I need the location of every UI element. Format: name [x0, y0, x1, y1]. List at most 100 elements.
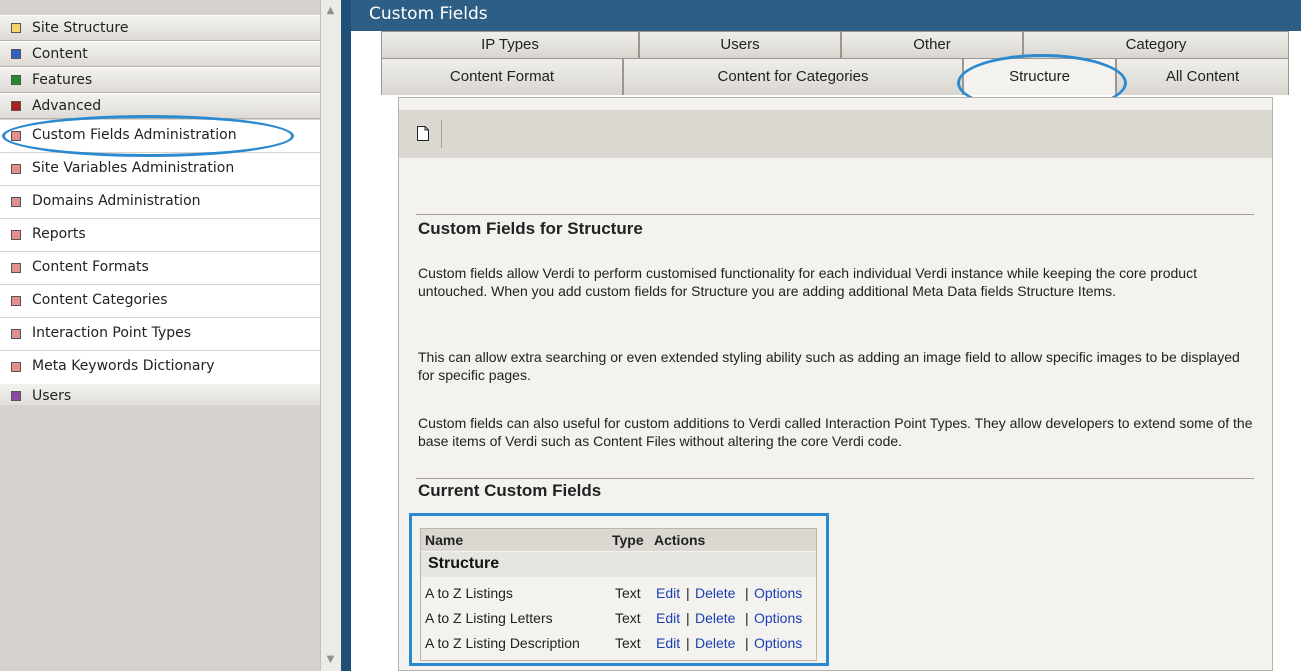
sidebar-item-interaction-point-types[interactable]: Interaction Point Types	[0, 318, 320, 350]
column-header-name: Name	[425, 532, 464, 548]
sidebar-item-label: Site Variables Administration	[32, 160, 235, 176]
field-type: Text	[615, 585, 641, 601]
scroll-up-icon[interactable]: ▲	[323, 3, 338, 18]
sidebar-item-custom-fields[interactable]: Custom Fields Administration	[0, 120, 320, 152]
item-bullet-icon	[11, 131, 21, 141]
table-row: A to Z Listing Description Text Edit | D…	[421, 632, 816, 656]
options-link[interactable]: Options	[754, 610, 802, 626]
section-title: Custom Fields for Structure	[418, 219, 643, 238]
tab-label: IP Types	[481, 36, 539, 53]
item-bullet-icon	[11, 362, 21, 372]
tab-content-for-categories[interactable]: Content for Categories	[623, 58, 963, 95]
tab-label: Other	[913, 36, 951, 53]
tab-all-content[interactable]: All Content	[1116, 58, 1289, 95]
table-section-header: Structure	[421, 552, 816, 577]
sidebar-item-label: Domains Administration	[32, 193, 201, 209]
current-fields-title: Current Custom Fields	[418, 481, 602, 500]
edit-link[interactable]: Edit	[656, 635, 680, 651]
sidebar-tab-label: Advanced	[32, 98, 102, 114]
sidebar-tab-label: Users	[32, 388, 72, 404]
tab-other[interactable]: Other	[841, 31, 1023, 58]
sidebar-tab-label: Site Structure	[32, 20, 129, 36]
sidebar-item-label: Interaction Point Types	[32, 325, 192, 341]
field-name: A to Z Listings	[425, 585, 513, 601]
folder-green-icon	[11, 75, 21, 85]
column-header-actions: Actions	[654, 532, 706, 548]
sidebar-tab-site-structure[interactable]: Site Structure	[0, 15, 320, 41]
toolbar-separator	[441, 120, 442, 148]
section-divider	[416, 214, 1254, 215]
item-bullet-icon	[11, 230, 21, 240]
sidebar-item-label: Content Categories	[32, 292, 168, 308]
link-separator: |	[686, 585, 690, 601]
link-separator: |	[686, 635, 690, 651]
item-bullet-icon	[11, 329, 21, 339]
sidebar-item-label: Reports	[32, 226, 86, 242]
description-paragraph: This can allow extra searching or even e…	[418, 349, 1240, 383]
tab-category[interactable]: Category	[1023, 31, 1289, 58]
folder-yellow-icon	[11, 23, 21, 33]
table-header: Name Type Actions	[421, 529, 816, 551]
sidebar: Site Structure Content Features Advanced…	[0, 0, 320, 671]
link-separator: |	[745, 610, 749, 626]
folder-blue-icon	[11, 49, 21, 59]
page-title: Custom Fields	[369, 4, 488, 24]
sidebar-item-reports[interactable]: Reports	[0, 219, 320, 251]
tab-label: Content Format	[449, 68, 555, 85]
tab-structure[interactable]: Structure	[963, 58, 1116, 95]
table-row: A to Z Listings Text Edit | Delete | Opt…	[421, 582, 816, 606]
page-header: Custom Fields	[351, 0, 1301, 31]
options-link[interactable]: Options	[754, 635, 802, 651]
link-separator: |	[686, 610, 690, 626]
new-document-icon[interactable]	[417, 126, 429, 141]
description-paragraph: Custom fields can also useful for custom…	[418, 415, 1253, 449]
sidebar-item-meta-keywords[interactable]: Meta Keywords Dictionary	[0, 351, 320, 383]
sidebar-tab-content[interactable]: Content	[0, 41, 320, 67]
field-name: A to Z Listing Description	[425, 635, 580, 651]
custom-fields-table: Name Type Actions Structure A to Z Listi…	[420, 528, 817, 661]
field-name: A to Z Listing Letters	[425, 610, 553, 626]
sidebar-item-domains[interactable]: Domains Administration	[0, 186, 320, 218]
sidebar-item-site-variables[interactable]: Site Variables Administration	[0, 153, 320, 185]
sidebar-tab-advanced[interactable]: Advanced	[0, 93, 320, 119]
delete-link[interactable]: Delete	[695, 635, 735, 651]
sidebar-tab-label: Content	[32, 46, 88, 62]
frame-divider	[341, 0, 351, 671]
content-panel: Custom Fields for Structure Custom field…	[398, 97, 1273, 671]
tab-label: Users	[720, 36, 760, 53]
delete-link[interactable]: Delete	[695, 585, 735, 601]
tab-content-format[interactable]: Content Format	[381, 58, 623, 95]
item-bullet-icon	[11, 263, 21, 273]
tab-users[interactable]: Users	[639, 31, 841, 58]
edit-link[interactable]: Edit	[656, 610, 680, 626]
section-divider	[416, 478, 1254, 479]
sidebar-item-label: Meta Keywords Dictionary	[32, 358, 215, 374]
tab-label: All Content	[1165, 68, 1240, 85]
sidebar-item-content-formats[interactable]: Content Formats	[0, 252, 320, 284]
sidebar-item-content-categories[interactable]: Content Categories	[0, 285, 320, 317]
column-header-type: Type	[612, 532, 644, 548]
field-type: Text	[615, 635, 641, 651]
section-label: Structure	[428, 555, 500, 572]
toolbar	[399, 110, 1272, 158]
sidebar-item-label: Content Formats	[32, 259, 149, 275]
sidebar-scrollbar[interactable]: ▲ ▼	[320, 0, 341, 671]
sidebar-empty-area	[0, 405, 320, 671]
tab-label: Structure	[1009, 68, 1070, 85]
options-link[interactable]: Options	[754, 585, 802, 601]
delete-link[interactable]: Delete	[695, 610, 735, 626]
link-separator: |	[745, 635, 749, 651]
folder-red-icon	[11, 101, 21, 111]
edit-link[interactable]: Edit	[656, 585, 680, 601]
scroll-down-icon[interactable]: ▼	[323, 652, 338, 667]
sidebar-tab-label: Features	[32, 72, 93, 88]
table-row: A to Z Listing Letters Text Edit | Delet…	[421, 607, 816, 631]
item-bullet-icon	[11, 164, 21, 174]
field-type: Text	[615, 610, 641, 626]
sidebar-tab-features[interactable]: Features	[0, 67, 320, 93]
description-paragraph: Custom fields allow Verdi to perform cus…	[418, 265, 1197, 299]
sidebar-item-label: Custom Fields Administration	[32, 127, 237, 143]
item-bullet-icon	[11, 197, 21, 207]
tab-label: Content for Categories	[717, 68, 869, 85]
tab-ip-types[interactable]: IP Types	[381, 31, 639, 58]
